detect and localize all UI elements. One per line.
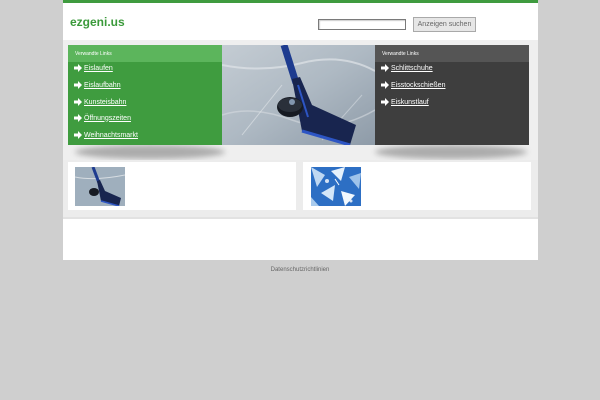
content-card[interactable] — [68, 162, 296, 210]
related-link-eislaufbahn[interactable]: Eislaufbahn — [73, 79, 121, 91]
related-link-oeffnungszeiten[interactable]: Öffnungszeiten — [73, 112, 131, 124]
related-link-label: Weihnachtsmarkt — [84, 131, 138, 139]
banner-shadow-left — [75, 145, 225, 159]
related-link-eiskunstlauf[interactable]: Eiskunstlauf — [380, 96, 429, 108]
related-link-kunsteisbahn[interactable]: Kunsteisbahn — [73, 96, 126, 108]
related-links-left: Verwandte Links Eislaufen Eislaufbahn Ku… — [68, 45, 222, 145]
site-logo[interactable]: ezgeni.us — [70, 15, 125, 29]
related-links-right: Verwandte Links Schlittschuhe Eisstocksc… — [375, 45, 529, 145]
arrow-right-icon — [74, 64, 82, 72]
search-input[interactable] — [318, 19, 406, 30]
related-link-label: Eislaufen — [84, 64, 113, 72]
related-link-label: Eisstockschießen — [391, 81, 446, 89]
arrow-right-icon — [381, 81, 389, 89]
footer: Datenschutzrichtlinien — [0, 267, 600, 273]
related-link-label: Eiskunstlauf — [391, 98, 429, 106]
thumbnail-image-ice-crystals[interactable] — [311, 167, 361, 206]
arrow-right-icon — [74, 114, 82, 122]
header: ezgeni.us Anzeigen suchen — [63, 3, 538, 40]
arrow-right-icon — [74, 131, 82, 139]
related-link-label: Kunsteisbahn — [84, 98, 127, 106]
related-link-label: Schlittschuhe — [391, 64, 433, 72]
arrow-right-icon — [74, 98, 82, 106]
related-links-title: Verwandte Links — [375, 45, 529, 62]
related-link-eislaufen[interactable]: Eislaufen — [73, 62, 113, 74]
related-links-title: Verwandte Links — [68, 45, 222, 62]
related-link-label: Eislaufbahn — [84, 81, 121, 89]
privacy-link[interactable]: Datenschutzrichtlinien — [271, 267, 330, 273]
arrow-right-icon — [381, 98, 389, 106]
related-link-label: Öffnungszeiten — [84, 114, 131, 122]
content-card[interactable] — [303, 162, 531, 210]
related-link-weihnachtsmarkt[interactable]: Weihnachtsmarkt — [73, 129, 138, 141]
search-button[interactable]: Anzeigen suchen — [413, 17, 476, 32]
hero-image-hockey-stick — [222, 45, 375, 145]
banner-shadow-right — [375, 145, 527, 159]
thumbnail-image-hockey[interactable] — [75, 167, 125, 206]
lower-content-area — [63, 217, 538, 260]
page-container: ezgeni.us Anzeigen suchen Verwandte Link… — [63, 0, 538, 260]
related-link-eisstockschiessen[interactable]: Eisstockschießen — [380, 79, 445, 91]
arrow-right-icon — [74, 81, 82, 89]
related-link-schlittschuhe[interactable]: Schlittschuhe — [380, 62, 433, 74]
arrow-right-icon — [381, 64, 389, 72]
